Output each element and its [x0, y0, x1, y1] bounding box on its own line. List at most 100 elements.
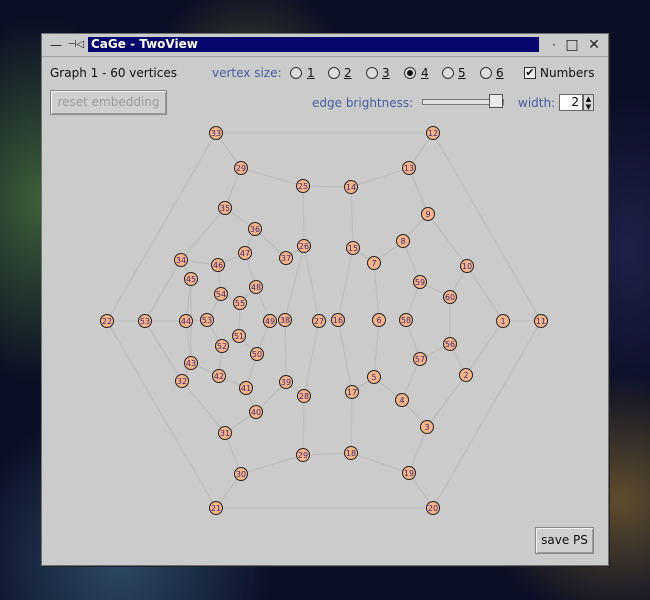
graph-vertex[interactable]: 42	[212, 369, 226, 383]
vertex-label: 28	[299, 392, 309, 401]
graph-vertex[interactable]: 47	[238, 246, 252, 260]
graph-vertex[interactable]: 13	[402, 161, 416, 175]
graph-vertex[interactable]: 41	[239, 381, 253, 395]
graph-vertex[interactable]: 33	[209, 126, 223, 140]
vertex-label: 19	[404, 469, 414, 478]
graph-vertex[interactable]: 5	[367, 370, 381, 384]
graph-vertex[interactable]: 58	[399, 313, 413, 327]
graph-vertex[interactable]: 2	[459, 368, 473, 382]
graph-vertex[interactable]: 9	[421, 207, 435, 221]
graph-vertex[interactable]: 3	[420, 420, 434, 434]
vertex-label: 50	[252, 350, 262, 359]
graph-vertex[interactable]: 32	[175, 374, 189, 388]
graph-vertex[interactable]: 40	[249, 405, 263, 419]
vertex-label: 3	[424, 423, 429, 432]
graph-vertex[interactable]: 18	[344, 446, 358, 460]
graph-vertex[interactable]: 49	[263, 314, 277, 328]
graph-vertex[interactable]: 27	[312, 314, 326, 328]
vertex-label: 17	[347, 388, 357, 397]
graph-vertex[interactable]: 10	[460, 259, 474, 273]
vertex-label: 44	[181, 317, 191, 326]
graph-vertex[interactable]: 55	[233, 296, 247, 310]
graph-edge	[465, 320, 504, 376]
vertex-label: 2	[463, 371, 468, 380]
graph-edge	[302, 395, 305, 456]
graph-vertex[interactable]: 57	[413, 352, 427, 366]
graph-vertex[interactable]: 29	[296, 448, 310, 462]
graph-vertex[interactable]: 51	[232, 329, 246, 343]
graph-vertex[interactable]: 45	[184, 272, 198, 286]
vertex-label: 54	[216, 290, 226, 299]
graph-vertex[interactable]: 17	[345, 385, 359, 399]
vertex-label: 52	[217, 342, 227, 351]
graph-vertex[interactable]: 29	[234, 161, 248, 175]
vertex-label: 53	[202, 316, 212, 325]
graph-vertex[interactable]: 43	[184, 356, 198, 370]
vertex-label: 4	[399, 396, 404, 405]
graph-vertex[interactable]: 50	[250, 347, 264, 361]
graph-edge	[302, 185, 352, 188]
vertex-label: 60	[445, 293, 455, 302]
graph-vertex[interactable]: 60	[443, 290, 457, 304]
graph-vertex[interactable]: 56	[443, 337, 457, 351]
graph-vertex[interactable]: 22	[100, 314, 114, 328]
graph-vertex[interactable]: 31	[218, 426, 232, 440]
graph-vertex[interactable]: 36	[248, 222, 262, 236]
graph-vertex[interactable]: 1	[496, 314, 510, 328]
vertex-label: 36	[250, 225, 260, 234]
graph-vertex[interactable]: 4	[395, 393, 409, 407]
graph-vertex[interactable]: 52	[215, 339, 229, 353]
vertex-label: 1	[500, 317, 505, 326]
graph-vertex[interactable]: 54	[214, 287, 228, 301]
vertex-label: 41	[241, 384, 251, 393]
vertex-label: 11	[536, 317, 546, 326]
graph-vertex[interactable]: 8	[396, 234, 410, 248]
graph-vertex[interactable]: 12	[426, 126, 440, 140]
graph-vertex[interactable]: 48	[249, 280, 263, 294]
graph-vertex[interactable]: 35	[218, 201, 232, 215]
vertex-label: 29	[298, 451, 308, 460]
graph-vertex[interactable]: 37	[279, 251, 293, 265]
graph-vertex[interactable]: 19	[402, 466, 416, 480]
graph-vertex[interactable]: 14	[344, 180, 358, 194]
vertex-label: 20	[428, 504, 438, 513]
graph-edge	[350, 452, 410, 474]
graph-canvas[interactable]: 33 1229 1325 143593626 158473773446 104548595…	[0, 0, 650, 600]
graph-vertex[interactable]: 20	[426, 501, 440, 515]
graph-vertex[interactable]: 11	[534, 314, 548, 328]
graph-vertex[interactable]: 38	[278, 313, 292, 327]
vertex-label: 18	[346, 449, 356, 458]
graph-edge	[350, 167, 410, 188]
vertex-label: 29	[236, 164, 246, 173]
graph-vertex[interactable]: 30	[234, 467, 248, 481]
graph-vertex[interactable]: 7	[367, 256, 381, 270]
vertex-label: 12	[428, 129, 438, 138]
vertex-label: 56	[445, 340, 455, 349]
graph-vertex[interactable]: 25	[296, 179, 310, 193]
graph-vertex[interactable]: 21	[209, 501, 223, 515]
graph-vertex[interactable]: 34	[174, 253, 188, 267]
graph-edge	[284, 319, 287, 383]
graph-vertex[interactable]: 6	[372, 313, 386, 327]
graph-vertex[interactable]: 44	[179, 314, 193, 328]
vertex-label: 22	[102, 317, 112, 326]
graph-vertex[interactable]: 26	[297, 239, 311, 253]
vertex-label: 6	[376, 316, 381, 325]
vertex-label: 32	[177, 377, 187, 386]
graph-edge	[408, 167, 429, 215]
graph-vertex[interactable]: 39	[279, 375, 293, 389]
vertex-label: 31	[220, 429, 230, 438]
vertex-label: 34	[176, 256, 186, 265]
graph-vertex[interactable]: 46	[211, 258, 225, 272]
vertex-label: 47	[240, 249, 250, 258]
graph-vertex[interactable]: 53	[200, 313, 214, 327]
vertex-label: 55	[235, 299, 245, 308]
graph-vertex[interactable]: 59	[413, 275, 427, 289]
graph-vertex[interactable]: 16	[331, 313, 345, 327]
graph-vertex[interactable]: 28	[297, 389, 311, 403]
graph-vertex[interactable]: 53	[138, 314, 152, 328]
vertex-label: 53	[140, 317, 150, 326]
vertex-label: 51	[234, 332, 244, 341]
graph-edge	[408, 426, 428, 474]
graph-vertex[interactable]: 15	[346, 241, 360, 255]
